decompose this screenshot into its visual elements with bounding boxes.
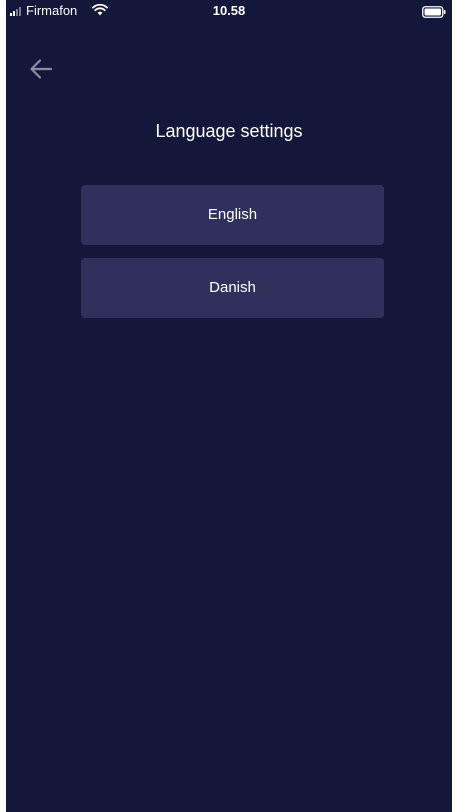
status-bar: Firmafon 10.58 — [6, 0, 452, 22]
language-settings-screen: Firmafon 10.58 Language settings English… — [6, 0, 452, 812]
status-time: 10.58 — [212, 3, 246, 18]
battery-icon — [422, 5, 446, 23]
language-option-danish[interactable]: Danish — [81, 258, 384, 318]
page-title: Language settings — [155, 121, 303, 141]
language-option-english[interactable]: English — [81, 185, 384, 245]
back-button[interactable] — [26, 54, 56, 84]
arrow-left-icon — [30, 59, 53, 79]
